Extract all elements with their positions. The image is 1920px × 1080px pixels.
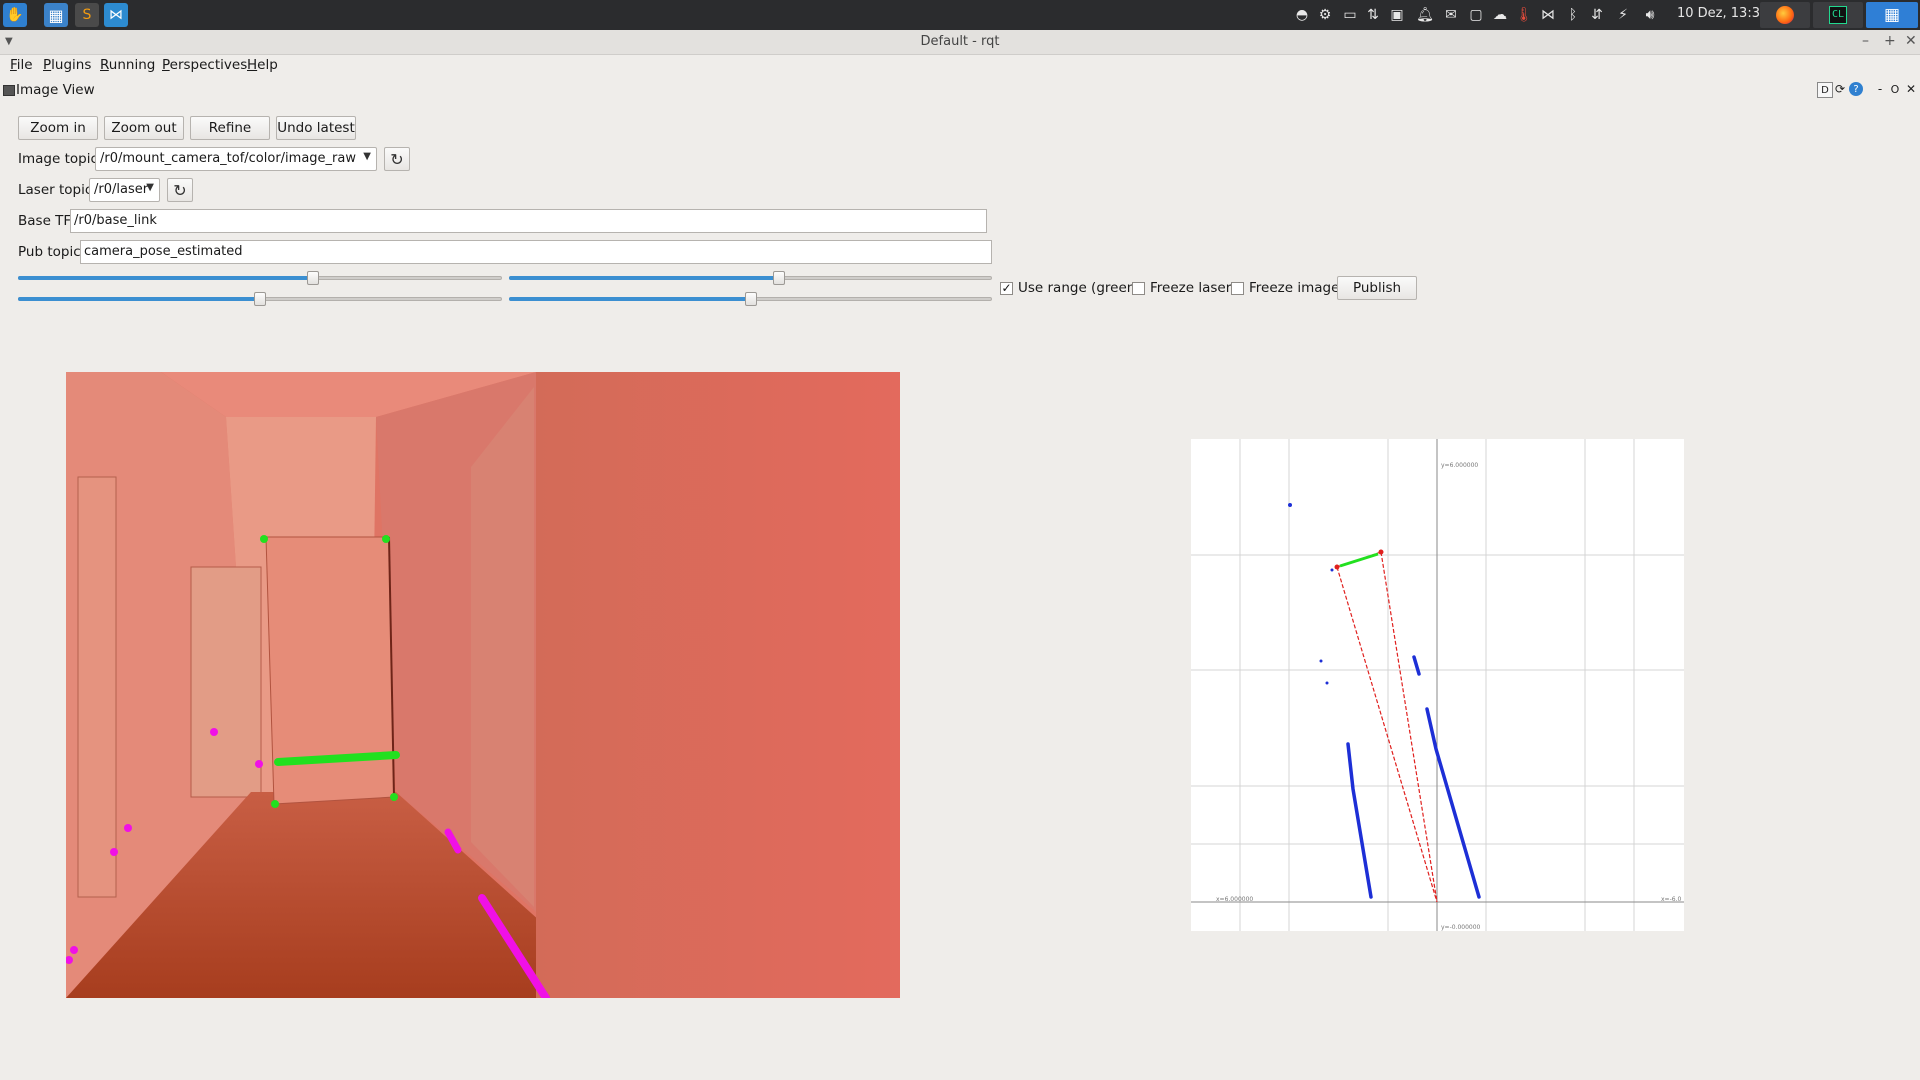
image-topic-label: Image topic: <box>18 151 103 167</box>
corner-point <box>271 800 279 808</box>
freeze-image-label: Freeze image <box>1249 280 1340 296</box>
close-window-button[interactable]: ✕ <box>1905 33 1917 49</box>
zoom-out-button[interactable]: Zoom out <box>104 116 184 140</box>
publish-button[interactable]: Publish <box>1337 276 1417 300</box>
corner-point <box>382 535 390 543</box>
camera-image-view[interactable] <box>66 372 900 998</box>
axis-label-bottom: y=-0.000000 <box>1441 924 1481 931</box>
clion-icon: CL <box>1829 6 1847 24</box>
window-title: Default - rqt <box>920 34 1000 49</box>
temperature-icon[interactable]: 🌡︎ <box>1514 5 1534 25</box>
slider-handle[interactable] <box>744 292 757 306</box>
image-topic-combo[interactable]: /r0/mount_camera_tof/color/image_raw ▼ <box>95 147 377 171</box>
base-tf-input[interactable]: /r0/base_link <box>70 209 987 233</box>
workspace-switcher-button[interactable]: ▦ <box>1866 2 1918 28</box>
refine-button[interactable]: Refine <box>190 116 270 140</box>
image-topic-refresh-button[interactable]: ↻ <box>384 147 410 171</box>
firefox-icon <box>1776 6 1794 24</box>
bluetooth-icon[interactable]: ᛒ <box>1563 5 1583 25</box>
menu-file[interactable]: File <box>10 57 33 73</box>
float-plugin-button[interactable]: O <box>1888 82 1902 96</box>
axis-label-right: x=-6.0 <box>1661 896 1681 903</box>
use-range-checkbox[interactable]: ✓ <box>1000 282 1013 295</box>
network-arrows-icon[interactable]: ⇵ <box>1587 5 1607 25</box>
terminal-icon[interactable]: ▣ <box>1387 5 1407 25</box>
minimize-plugin-button[interactable]: - <box>1873 82 1887 96</box>
menu-help[interactable]: Help <box>247 57 278 73</box>
minimize-button[interactable]: – <box>1862 33 1869 49</box>
help-button[interactable]: ? <box>1849 82 1863 96</box>
slider-handle[interactable] <box>773 271 786 285</box>
refresh-icon: ↻ <box>390 149 404 169</box>
laser-scan-plot[interactable]: y=6.000000 x=6.000000 x=-6.0 y=-0.000000 <box>1191 439 1684 931</box>
menu-bar: File Plugins Running Perspectives Help <box>0 55 1920 77</box>
pub-topic-input[interactable]: camera_pose_estimated <box>80 240 992 264</box>
menu-perspectives[interactable]: Perspectives <box>162 57 247 73</box>
menu-running[interactable]: Running <box>100 57 155 73</box>
sublime-text-icon[interactable]: S <box>75 3 99 27</box>
laser-topic-value: /r0/laser <box>94 182 149 197</box>
network-icon[interactable]: ◓ <box>1292 5 1312 25</box>
left-door <box>77 476 117 898</box>
laser-topic-combo[interactable]: /r0/laser ▼ <box>89 178 160 202</box>
workspace-grid-icon: ▦ <box>1883 5 1901 25</box>
undo-latest-button[interactable]: Undo latest <box>276 116 356 140</box>
far-door <box>190 566 262 798</box>
dock-button[interactable]: D <box>1817 82 1833 98</box>
steam-icon[interactable]: ⚙ <box>1315 5 1335 25</box>
right-wall <box>536 372 900 998</box>
freeze-image-checkbox[interactable] <box>1231 282 1244 295</box>
use-range-label: Use range (green) <box>1018 280 1141 296</box>
corner-point <box>1334 564 1340 570</box>
slider-handle[interactable] <box>307 271 320 285</box>
plugin-icon <box>3 85 15 96</box>
firefox-taskbar-button[interactable] <box>1760 2 1810 28</box>
clock[interactable]: 10 Dez, 13:36 <box>1677 6 1768 21</box>
pub-topic-label: Pub topic: <box>18 244 86 260</box>
corner-point <box>390 793 398 801</box>
vs-code-icon[interactable]: ⋈ <box>104 3 128 27</box>
chevron-down-icon: ▼ <box>363 151 371 162</box>
reload-plugin-button[interactable]: ⟳ <box>1833 82 1847 96</box>
axis-label-left: x=6.000000 <box>1216 896 1253 903</box>
axis-label-top: y=6.000000 <box>1441 462 1478 469</box>
zoom-in-button[interactable]: Zoom in <box>18 116 98 140</box>
screen-icon[interactable]: ▢ <box>1466 5 1486 25</box>
apps-grid-icon[interactable]: ▦ <box>44 3 68 27</box>
laser-topic-label: Laser topic: <box>18 182 97 198</box>
slider-top-right[interactable] <box>509 271 992 285</box>
laser-topic-refresh-button[interactable]: ↻ <box>167 178 193 202</box>
cloud-icon[interactable]: ☁ <box>1490 5 1510 25</box>
plugin-title: Image View <box>16 82 95 98</box>
image-topic-value: /r0/mount_camera_tof/color/image_raw <box>100 151 356 166</box>
clion-taskbar-button[interactable]: CL <box>1813 2 1863 28</box>
chevron-down-icon: ▼ <box>146 182 154 193</box>
window-titlebar: ▼ Default - rqt – + ✕ <box>0 30 1920 55</box>
battery-icon[interactable]: ▭ <box>1340 5 1360 25</box>
refresh-icon: ↻ <box>173 180 187 200</box>
freeze-laser-checkbox[interactable] <box>1132 282 1145 295</box>
notification-bell-icon[interactable]: 🔔︎ <box>1415 5 1435 25</box>
base-tf-label: Base TF: <box>18 213 75 229</box>
transfer-icon[interactable]: ⇅ <box>1363 5 1383 25</box>
open-door-right <box>471 387 534 907</box>
maximize-button[interactable]: + <box>1884 33 1896 49</box>
slider-top-left[interactable] <box>18 271 502 285</box>
freeze-laser-label: Freeze laser <box>1150 280 1232 296</box>
close-plugin-button[interactable]: ✕ <box>1904 82 1918 96</box>
vs-code-tray-icon[interactable]: ⋈ <box>1538 5 1558 25</box>
volume-icon[interactable]: 🔊︎ <box>1640 5 1660 25</box>
corner-point <box>260 535 268 543</box>
slider-bottom-left[interactable] <box>18 292 502 306</box>
system-panel: ✋ ▦ S ⋈ ◓ ⚙ ▭ ⇅ ▣ 🔔︎ ✉ ▢ ☁ 🌡︎ ⋈ ᛒ ⇵ ⚡︎ 🔊… <box>0 0 1920 30</box>
slider-handle[interactable] <box>254 292 266 306</box>
corner-point <box>1378 549 1384 555</box>
power-icon[interactable]: ⚡︎ <box>1613 5 1633 25</box>
menu-plugins[interactable]: Plugins <box>43 57 91 73</box>
mail-icon[interactable]: ✉ <box>1441 5 1461 25</box>
slider-bottom-right[interactable] <box>509 292 992 306</box>
app-menu-icon[interactable]: ✋ <box>3 3 27 27</box>
